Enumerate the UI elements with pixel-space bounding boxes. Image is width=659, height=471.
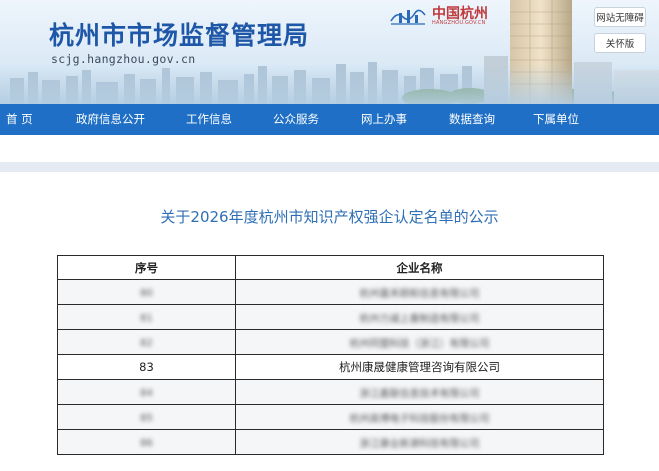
- company-name-cell: 浙江康业新源科技有限公司: [235, 429, 604, 455]
- company-name: 浙江康业新源科技有限公司: [359, 438, 480, 450]
- table-header-row: 序号 企业名称: [57, 255, 604, 280]
- nav-item-work-info[interactable]: 工作信息: [186, 104, 232, 135]
- nav-item-home[interactable]: 首 页: [6, 104, 33, 135]
- row-number-cell: 83: [57, 354, 236, 380]
- company-name: 杭州嘉禾颐和信息有限公司: [359, 288, 480, 300]
- row-number: 82: [140, 338, 153, 349]
- table-row: 84 浙江鑫联信息技术有限公司: [57, 379, 604, 405]
- logo-domain: HANGZHOU.GOV.CN: [432, 20, 486, 26]
- row-number-cell: 84: [57, 379, 236, 405]
- nav-item-gov-info[interactable]: 政府信息公开: [76, 104, 145, 135]
- banner-haze: [0, 64, 659, 104]
- site-title: 杭州市市场监督管理局: [49, 21, 310, 50]
- row-number: 84: [140, 388, 153, 399]
- company-name: 杭州高博电子科技股份有限公司: [349, 413, 490, 425]
- row-number: 86: [140, 438, 153, 449]
- main-nav: 首 页 政府信息公开 工作信息 公众服务 网上办事 数据查询 下属单位: [0, 104, 659, 135]
- company-name-cell: 浙江鑫联信息技术有限公司: [235, 379, 604, 405]
- care-mode-button[interactable]: 关怀版: [594, 33, 646, 53]
- table-row-highlighted: 83 杭州康晟健康管理咨询有限公司: [57, 354, 604, 380]
- row-number-cell: 80: [57, 279, 236, 305]
- nav-item-data-query[interactable]: 数据查询: [449, 104, 495, 135]
- column-header-number: 序号: [57, 255, 236, 280]
- column-header-company: 企业名称: [235, 255, 604, 280]
- table-row: 82 杭州同盟科技（浙江）有限公司: [57, 329, 604, 355]
- row-number: 85: [140, 413, 153, 424]
- table-row: 86 浙江康业新源科技有限公司: [57, 429, 604, 455]
- enterprise-table: 序号 企业名称 80 杭州嘉禾颐和信息有限公司 81 杭州力诚上善制造有限公司 …: [57, 255, 604, 455]
- row-number-cell: 81: [57, 304, 236, 330]
- content-divider: [0, 162, 659, 172]
- company-name-cell: 杭州力诚上善制造有限公司: [235, 304, 604, 330]
- table-row: 81 杭州力诚上善制造有限公司: [57, 304, 604, 330]
- company-name: 杭州力诚上善制造有限公司: [359, 313, 480, 325]
- row-number-cell: 86: [57, 429, 236, 455]
- company-name-cell: 杭州嘉禾颐和信息有限公司: [235, 279, 604, 305]
- row-number-cell: 82: [57, 329, 236, 355]
- hangzhou-emblem-icon: [390, 9, 426, 25]
- nav-item-public-service[interactable]: 公众服务: [273, 104, 319, 135]
- table-row: 80 杭州嘉禾颐和信息有限公司: [57, 279, 604, 305]
- company-name-cell: 杭州高博电子科技股份有限公司: [235, 404, 604, 430]
- company-name: 杭州同盟科技（浙江）有限公司: [349, 338, 490, 350]
- notice-title: 关于2026年度杭州市知识产权强企认定名单的公示: [160, 208, 499, 226]
- row-number-cell: 85: [57, 404, 236, 430]
- content-top-strip: [0, 135, 659, 162]
- site-domain: scjg.hangzhou.gov.cn: [51, 52, 196, 66]
- nav-item-online-service[interactable]: 网上办事: [361, 104, 407, 135]
- row-number: 80: [140, 288, 153, 299]
- row-number: 81: [140, 313, 153, 324]
- site-banner: 杭州市市场监督管理局 scjg.hangzhou.gov.cn 中国杭州 HAN…: [0, 0, 659, 104]
- accessibility-button[interactable]: 网站无障碍: [594, 7, 646, 27]
- hangzhou-logo[interactable]: 中国杭州 HANGZHOU.GOV.CN: [387, 3, 497, 27]
- table-row: 85 杭州高博电子科技股份有限公司: [57, 404, 604, 430]
- company-name-cell: 杭州同盟科技（浙江）有限公司: [235, 329, 604, 355]
- company-name-cell: 杭州康晟健康管理咨询有限公司: [235, 354, 604, 380]
- nav-item-subordinate-units[interactable]: 下属单位: [533, 104, 579, 135]
- company-name: 浙江鑫联信息技术有限公司: [359, 388, 480, 400]
